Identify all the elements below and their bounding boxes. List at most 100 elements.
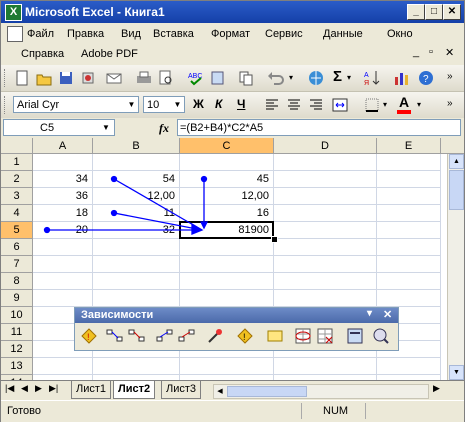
borders-dropdown-icon[interactable]: ▾ xyxy=(383,100,387,109)
menu-data[interactable]: Данные xyxy=(323,28,363,40)
doc-restore-button[interactable]: ▫ xyxy=(429,46,433,58)
workbook-icon[interactable] xyxy=(7,26,23,42)
autosum-icon[interactable]: Σ xyxy=(333,68,342,85)
svg-text:Я: Я xyxy=(364,80,369,87)
menu-tools[interactable]: Сервис xyxy=(265,28,303,40)
horizontal-scrollbar[interactable]: ◀ xyxy=(213,384,429,399)
last-sheet-icon[interactable]: ▶| xyxy=(49,383,58,394)
trace-precedents-icon[interactable] xyxy=(105,326,125,346)
print-icon[interactable] xyxy=(135,69,153,87)
horizontal-scroll-thumb[interactable] xyxy=(227,386,307,397)
next-sheet-icon[interactable]: ▶ xyxy=(35,383,42,394)
new-comment-icon[interactable] xyxy=(265,326,285,346)
formula-input[interactable]: =(B2+B4)*C2*A5 xyxy=(177,119,461,136)
permission-icon[interactable] xyxy=(79,69,97,87)
menu-edit[interactable]: Правка xyxy=(67,28,104,40)
remove-dependent-arrows-icon[interactable] xyxy=(177,326,197,346)
font-name-combo[interactable]: Arial Cyr ▼ xyxy=(13,96,139,113)
menu-format[interactable]: Формат xyxy=(211,28,250,40)
undo-icon[interactable] xyxy=(267,69,285,87)
doc-minimize-button[interactable]: _ xyxy=(413,46,419,58)
chart-wizard-icon[interactable] xyxy=(393,69,411,87)
remove-all-arrows-icon[interactable] xyxy=(205,326,225,346)
toolbar-options-icon[interactable]: » xyxy=(447,71,453,82)
num-lock-indicator: NUM xyxy=(323,405,349,417)
error-checking-icon[interactable]: ! xyxy=(79,326,99,346)
title-bar[interactable]: X Microsoft Excel - Книга1 _ □ ✕ xyxy=(1,1,464,23)
dependencies-toolbar-title: Зависимости xyxy=(81,309,154,321)
formatting-toolbar: Arial Cyr ▼ 10 ▼ Ж К Ч ▾ A ▾ » xyxy=(1,92,464,119)
copy-icon[interactable] xyxy=(237,69,255,87)
name-box[interactable]: C5 ▼ xyxy=(3,119,115,136)
toolbar-options-icon[interactable]: » xyxy=(447,98,453,109)
doc-close-button[interactable]: ✕ xyxy=(445,46,454,59)
excel-icon: X xyxy=(5,4,22,21)
spelling-icon[interactable]: ABC xyxy=(187,69,205,87)
scroll-up-icon[interactable]: ▲ xyxy=(449,154,464,169)
prev-sheet-icon[interactable]: ◀ xyxy=(21,383,28,394)
trace-error-icon[interactable]: ! xyxy=(235,326,255,346)
underline-button[interactable]: Ч xyxy=(237,97,245,111)
status-bar: Готово NUM xyxy=(1,400,464,422)
minimize-button[interactable]: _ xyxy=(407,4,425,20)
merge-center-icon[interactable] xyxy=(331,96,349,114)
scroll-thumb[interactable] xyxy=(449,170,464,210)
scroll-right-icon[interactable]: ▶ xyxy=(433,383,440,394)
align-left-icon[interactable] xyxy=(263,96,281,114)
menu-window[interactable]: Окно xyxy=(387,28,413,40)
menu-help[interactable]: Справка xyxy=(21,48,64,60)
save-icon[interactable] xyxy=(57,69,75,87)
font-color-icon[interactable]: A xyxy=(399,94,409,110)
clear-validation-circles-icon[interactable] xyxy=(315,326,335,346)
vertical-scrollbar[interactable]: ▲ ▼ xyxy=(447,154,464,380)
research-icon[interactable] xyxy=(209,69,227,87)
chevron-down-icon[interactable]: ▼ xyxy=(102,120,110,136)
formula-bar: C5 ▼ fx =(B2+B4)*C2*A5 xyxy=(1,118,464,139)
hyperlink-icon[interactable] xyxy=(307,69,325,87)
borders-icon[interactable] xyxy=(363,96,381,114)
close-icon[interactable]: ✕ xyxy=(383,308,392,321)
align-center-icon[interactable] xyxy=(285,96,303,114)
remove-precedent-arrows-icon[interactable] xyxy=(127,326,147,346)
standard-toolbar: ABC ▾ Σ ▾ AЯ ? » xyxy=(1,65,464,92)
toolbar-options-icon[interactable]: ▾ xyxy=(367,308,372,319)
close-button[interactable]: ✕ xyxy=(443,4,461,20)
evaluate-formula-icon[interactable] xyxy=(371,326,391,346)
trace-dependents-icon[interactable] xyxy=(155,326,175,346)
chevron-down-icon[interactable]: ▼ xyxy=(171,97,184,112)
font-color-swatch xyxy=(397,110,411,114)
open-icon[interactable] xyxy=(35,69,53,87)
menu-view[interactable]: Вид xyxy=(121,28,141,40)
undo-dropdown-icon[interactable]: ▾ xyxy=(289,73,293,82)
excel-window: X Microsoft Excel - Книга1 _ □ ✕ Файл Пр… xyxy=(0,0,465,422)
print-preview-icon[interactable] xyxy=(157,69,175,87)
align-right-icon[interactable] xyxy=(307,96,325,114)
first-sheet-icon[interactable]: |◀ xyxy=(5,383,14,394)
font-size-combo[interactable]: 10 ▼ xyxy=(143,96,185,113)
sheet-tab-3[interactable]: Лист3 xyxy=(161,381,202,399)
italic-button[interactable]: К xyxy=(215,97,222,111)
scroll-left-icon[interactable]: ◀ xyxy=(214,385,226,398)
window-title: Microsoft Excel - Книга1 xyxy=(25,5,165,19)
sheet-tab-1[interactable]: Лист1 xyxy=(71,381,112,399)
svg-text:?: ? xyxy=(423,74,429,85)
sheet-tabs-bar: |◀ ◀ ▶ ▶| Лист1 Лист2 Лист3 ◀ ▶ xyxy=(1,380,464,400)
maximize-button[interactable]: □ xyxy=(425,4,443,20)
sort-ascending-icon[interactable]: AЯ xyxy=(363,69,381,87)
bold-button[interactable]: Ж xyxy=(193,97,204,111)
new-icon[interactable] xyxy=(13,69,31,87)
menu-adobe-pdf[interactable]: Adobe PDF xyxy=(81,48,138,60)
circle-invalid-data-icon[interactable] xyxy=(293,326,313,346)
email-icon[interactable] xyxy=(105,69,123,87)
dependencies-toolbar-header[interactable]: Зависимости ▾ ✕ xyxy=(75,308,398,323)
show-watch-window-icon[interactable] xyxy=(345,326,365,346)
chevron-down-icon[interactable]: ▼ xyxy=(125,97,138,112)
font-color-dropdown-icon[interactable]: ▾ xyxy=(417,100,421,109)
menu-file[interactable]: Файл xyxy=(27,28,54,40)
fx-icon[interactable]: fx xyxy=(159,121,169,136)
autosum-dropdown-icon[interactable]: ▾ xyxy=(347,73,351,82)
help-icon[interactable]: ? xyxy=(417,69,435,87)
menu-insert[interactable]: Вставка xyxy=(153,28,194,40)
scroll-down-icon[interactable]: ▼ xyxy=(449,365,464,380)
sheet-tab-2[interactable]: Лист2 xyxy=(113,381,156,399)
